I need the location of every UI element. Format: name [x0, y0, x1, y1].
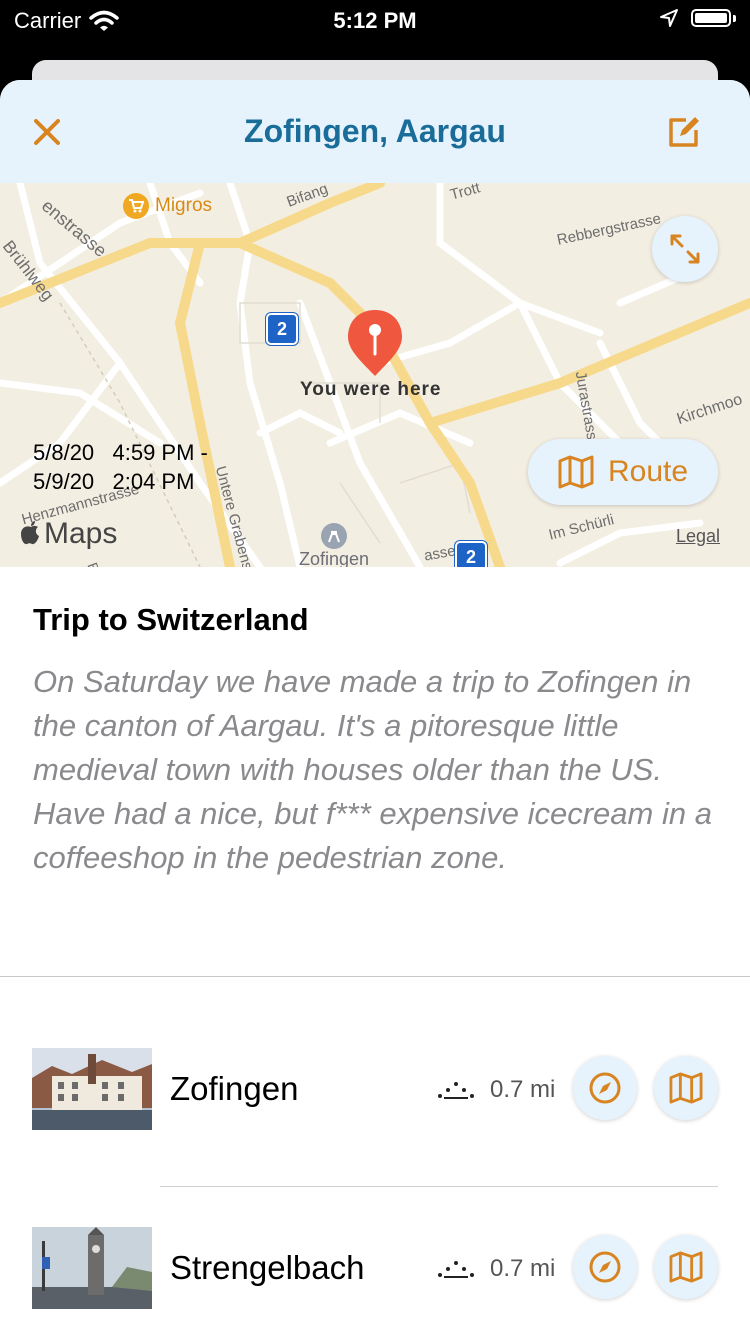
edit-button[interactable]	[664, 112, 704, 152]
row-separator	[160, 1186, 718, 1187]
place-name: Strengelbach	[170, 1249, 365, 1286]
place-name: Zofingen	[170, 1070, 299, 1107]
list-item[interactable]: Zofingen 0.7 mi	[0, 1030, 750, 1150]
route-button[interactable]: Route	[528, 439, 718, 505]
page-title: Zofingen, Aargau	[244, 113, 506, 149]
checkered-flags-icon	[321, 523, 348, 549]
legal-link[interactable]: Legal	[676, 526, 720, 547]
battery-tip	[733, 14, 736, 22]
road-badge-2: 2	[455, 541, 487, 567]
trip-detail-card: Zofingen, Aargau enstrasse Brühlweg Migr…	[0, 80, 750, 1334]
shopping-cart-icon	[123, 193, 149, 219]
compass-icon	[589, 1072, 621, 1104]
expand-map-button[interactable]	[652, 216, 718, 282]
map-icon	[669, 1072, 703, 1104]
location-pin[interactable]	[346, 308, 404, 383]
trip-description: On Saturday we have made a trip to Zofin…	[33, 664, 712, 875]
place-distance: 0.7 mi	[490, 1255, 556, 1282]
footsteps-icon	[438, 1082, 474, 1099]
map-poi-migros[interactable]: Migros	[123, 193, 212, 219]
route-label: Route	[607, 455, 689, 488]
map-label-migros: Migros	[155, 195, 213, 216]
map-pin-icon	[348, 310, 402, 376]
footsteps-icon	[438, 1261, 474, 1278]
location-arrow-icon	[660, 9, 678, 27]
apple-logo-icon	[21, 521, 39, 545]
date-range: 5/8/20 4:59 PM - 5/9/20 2:04 PM	[33, 440, 208, 494]
place-thumbnail	[32, 1048, 152, 1130]
map-icon	[558, 455, 594, 489]
expand-icon	[670, 234, 700, 264]
road-badge: 2	[266, 313, 298, 345]
section-divider	[0, 976, 750, 977]
map-poi-zofingen[interactable]: Zofingen	[299, 523, 369, 567]
maps-label: Maps	[44, 517, 118, 550]
compass-icon	[589, 1251, 621, 1283]
navigation-bar: Zofingen, Aargau	[0, 80, 750, 183]
show-on-map-button[interactable]	[654, 1056, 718, 1120]
map-label-zofingen: Zofingen	[299, 549, 370, 567]
battery-icon	[691, 9, 731, 27]
navigate-button[interactable]	[573, 1056, 637, 1120]
show-on-map-button[interactable]	[654, 1235, 718, 1299]
map-icon	[669, 1251, 703, 1283]
pin-label: You were here	[300, 379, 442, 400]
list-item[interactable]: Strengelbach 0.7 mi	[0, 1209, 750, 1329]
map-view[interactable]: enstrasse Brühlweg Migros Bifang Trott R…	[0, 183, 750, 567]
place-distance: 0.7 mi	[490, 1076, 556, 1103]
status-time: 5:12 PM	[333, 8, 417, 33]
place-thumbnail	[32, 1227, 152, 1309]
navigate-button[interactable]	[573, 1235, 637, 1299]
apple-maps-logo: Maps	[20, 517, 117, 551]
status-bar: Carrier 5:12 PM	[0, 0, 750, 40]
trip-title: Trip to Switzerland	[33, 602, 309, 637]
edit-icon	[669, 117, 699, 147]
